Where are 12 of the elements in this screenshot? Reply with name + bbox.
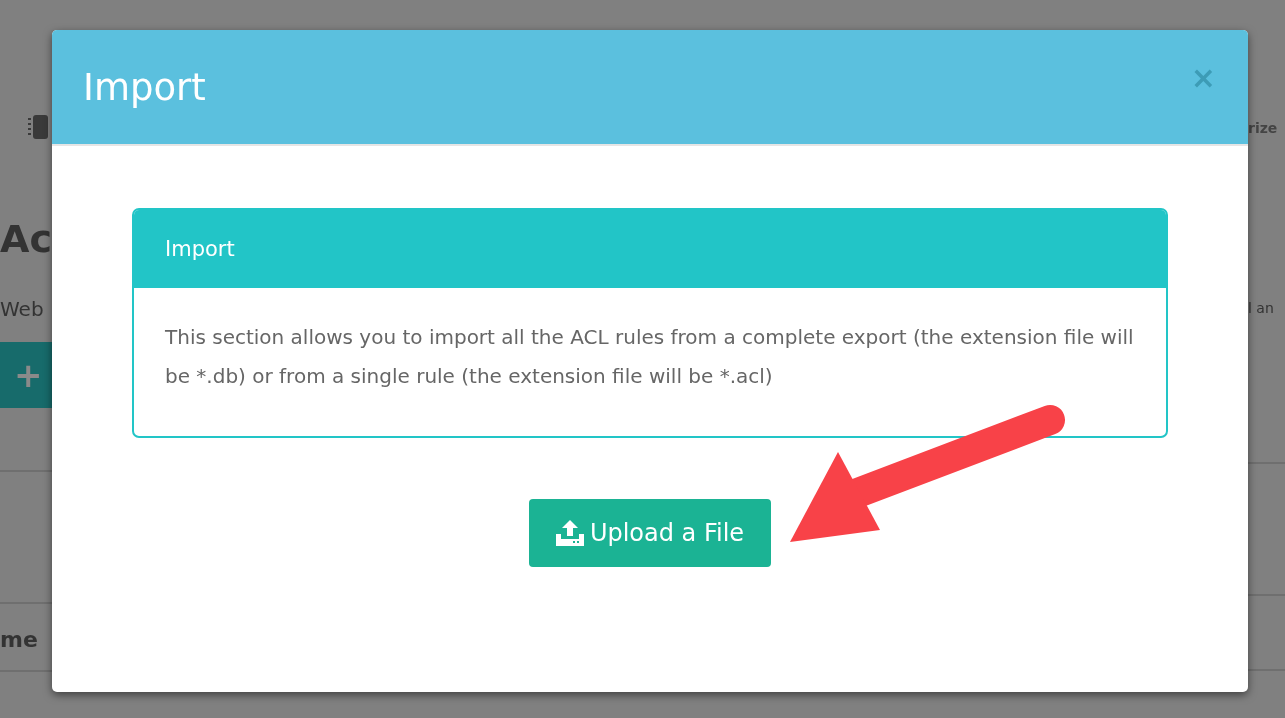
page-subtitle: Web <box>0 296 45 322</box>
upload-icon <box>555 520 584 546</box>
dialog-title: Import <box>83 65 206 109</box>
close-button[interactable]: × <box>1190 59 1216 95</box>
page-heading: Ac <box>0 216 52 263</box>
chip-icon <box>28 115 50 139</box>
panel-text: This section allows you to import all the ACL rules from a complete export (the extension file will be *.db) or from a single rule (the extension file will be *.acl) <box>164 324 1135 390</box>
column-header: me <box>0 626 39 654</box>
add-button[interactable]: + <box>0 342 52 408</box>
panel-header: Import <box>134 210 1166 288</box>
upload-button[interactable]: Upload a File <box>529 499 771 567</box>
toolbar-label: rize <box>1248 119 1278 138</box>
